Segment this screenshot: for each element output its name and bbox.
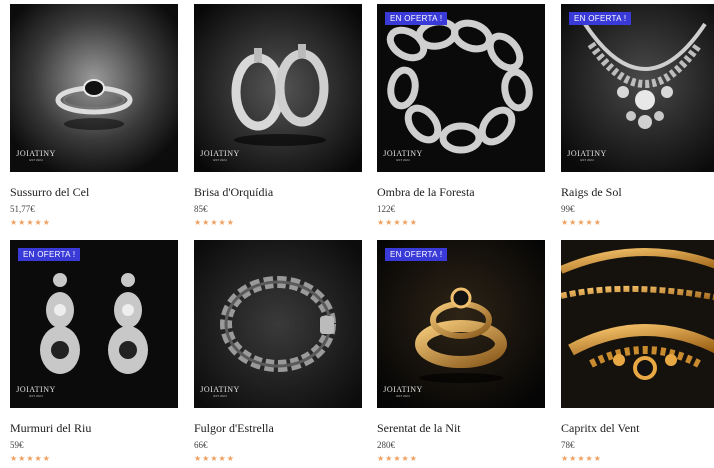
brand-name: JOIATINY [383, 385, 423, 394]
product-card[interactable]: EN OFERTA ! JOIATINY EST 2024 Serentat d… [377, 240, 545, 463]
product-image-link[interactable]: EN OFERTA ! JOIATINY EST 2024 [10, 240, 178, 408]
product-title[interactable]: Sussurro del Cel [10, 185, 178, 199]
brand-name: JOIATINY [16, 149, 56, 158]
product-title[interactable]: Brisa d'Orquídia [194, 185, 362, 199]
brand-tagline: EST 2024 [29, 158, 43, 162]
rating-stars-icon: ★★★★★ [10, 454, 51, 463]
rating-stars-icon: ★★★★★ [561, 218, 602, 227]
dark-chain-bracelet-image [194, 240, 362, 408]
product-image-link[interactable]: JOIATINY EST 2024 [194, 240, 362, 408]
product-image-link[interactable]: EN OFERTA ! JOIATINY EST 2024 [377, 4, 545, 172]
brand-logo: JOIATINY EST 2024 [16, 385, 56, 399]
product-title[interactable]: Capritx del Vent [561, 421, 714, 435]
product-price: 122€ [377, 204, 395, 214]
product-image-link[interactable]: EN OFERTA ! JOIATINY EST 2024 [561, 4, 714, 172]
product-title[interactable]: Ombra de la Foresta [377, 185, 545, 199]
product-price: 280€ [377, 440, 395, 450]
product-title[interactable]: Murmuri del Riu [10, 421, 178, 435]
rating-stars-icon: ★★★★★ [194, 218, 235, 227]
brand-logo: JOIATINY EST 2024 [200, 385, 240, 399]
brand-name: JOIATINY [200, 385, 240, 394]
product-card[interactable]: EN OFERTA ! JOIATINY EST 2024 Ombra de l… [377, 4, 545, 227]
product-price: 99€ [561, 204, 575, 214]
brand-name: JOIATINY [383, 149, 423, 158]
gold-necklace-image [561, 240, 714, 408]
product-price: 85€ [194, 204, 208, 214]
brand-tagline: EST 2024 [396, 394, 410, 398]
brand-name: JOIATINY [567, 149, 607, 158]
brand-name: JOIATINY [200, 149, 240, 158]
sale-badge: EN OFERTA ! [569, 12, 632, 25]
product-card[interactable]: JOIATINY EST 2024 Fulgor d'Estrella 66€ … [194, 240, 362, 463]
product-title[interactable]: Raigs de Sol [561, 185, 714, 199]
product-price: 66€ [194, 440, 208, 450]
product-image-link[interactable]: EN OFERTA ! JOIATINY EST 2024 [377, 240, 545, 408]
brand-logo: JOIATINY EST 2024 [16, 149, 56, 163]
product-image-link[interactable]: JOIATINY EST 2024 [561, 240, 714, 408]
product-price: 78€ [561, 440, 575, 450]
product-card[interactable]: JOIATINY EST 2024 Capritx del Vent 78€ ★… [561, 240, 714, 463]
brand-logo: JOIATINY EST 2024 [200, 149, 240, 163]
sale-badge: EN OFERTA ! [385, 248, 448, 261]
brand-name: JOIATINY [16, 385, 56, 394]
silver-necklace-image [561, 4, 714, 172]
rating-stars-icon: ★★★★★ [561, 454, 602, 463]
gold-ring-image [377, 240, 545, 408]
brand-tagline: EST 2024 [213, 394, 227, 398]
rating-stars-icon: ★★★★★ [377, 454, 418, 463]
product-price: 51,77€ [10, 204, 35, 214]
silver-drop-earrings-image [10, 240, 178, 408]
brand-tagline: EST 2024 [29, 394, 43, 398]
product-card[interactable]: JOIATINY EST 2024 Brisa d'Orquídia 85€ ★… [194, 4, 362, 227]
brand-logo: JOIATINY EST 2024 [567, 149, 607, 163]
brand-tagline: EST 2024 [396, 158, 410, 162]
rating-stars-icon: ★★★★★ [10, 218, 51, 227]
product-price: 59€ [10, 440, 24, 450]
silver-chain-bracelet-image [377, 4, 545, 172]
sale-badge: EN OFERTA ! [385, 12, 448, 25]
rating-stars-icon: ★★★★★ [194, 454, 235, 463]
brand-tagline: EST 2024 [580, 158, 594, 162]
brand-tagline: EST 2024 [213, 158, 227, 162]
product-card[interactable]: JOIATINY EST 2024 Sussurro del Cel 51,77… [10, 4, 178, 227]
product-title[interactable]: Fulgor d'Estrella [194, 421, 362, 435]
sale-badge: EN OFERTA ! [18, 248, 81, 261]
silver-hoop-earrings-image [194, 4, 362, 172]
silver-ring-image [10, 4, 178, 172]
product-card[interactable]: EN OFERTA ! JOIATINY EST 2024 Murmuri de… [10, 240, 178, 463]
rating-stars-icon: ★★★★★ [377, 218, 418, 227]
brand-logo: JOIATINY EST 2024 [383, 149, 423, 163]
brand-logo: JOIATINY EST 2024 [383, 385, 423, 399]
product-image-link[interactable]: JOIATINY EST 2024 [10, 4, 178, 172]
product-grid: JOIATINY EST 2024 Sussurro del Cel 51,77… [0, 0, 714, 468]
product-title[interactable]: Serentat de la Nit [377, 421, 545, 435]
product-card[interactable]: EN OFERTA ! JOIATINY EST 2024 Raigs de S… [561, 4, 714, 227]
product-image-link[interactable]: JOIATINY EST 2024 [194, 4, 362, 172]
